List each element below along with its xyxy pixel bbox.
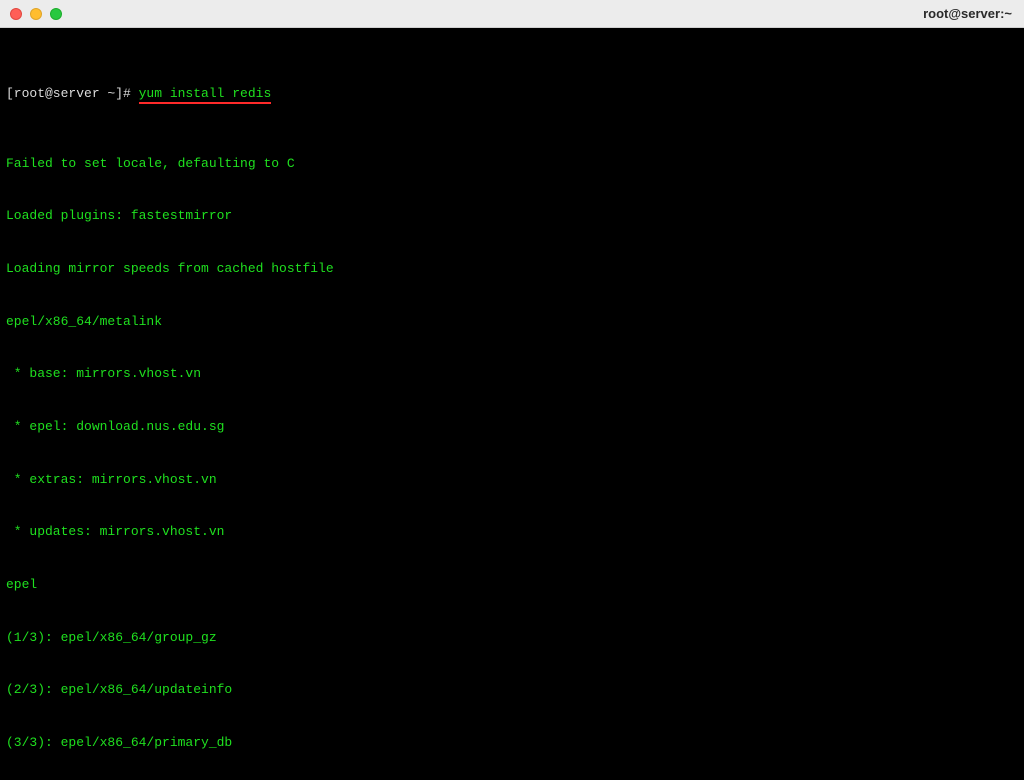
window-titlebar: root@server:~ bbox=[0, 0, 1024, 28]
mirror-updates: * updates: mirrors.vhost.vn bbox=[6, 523, 1018, 541]
close-icon[interactable] bbox=[10, 8, 22, 20]
progress-3: (3/3): epel/x86_64/primary_db bbox=[6, 734, 1018, 752]
window-controls bbox=[10, 8, 62, 20]
out-locale: Failed to set locale, defaulting to C bbox=[6, 155, 1018, 173]
command-text: yum install redis bbox=[139, 86, 272, 104]
prompt-user-host: [root@server ~]# bbox=[6, 86, 139, 101]
repo-epel: epel bbox=[6, 576, 1018, 594]
window-title: root@server:~ bbox=[923, 6, 1012, 21]
annotation-arrow-icon bbox=[185, 762, 265, 776]
out-metalink: epel/x86_64/metalink bbox=[6, 313, 1018, 331]
progress-2: (2/3): epel/x86_64/updateinfo bbox=[6, 681, 1018, 699]
progress-1: (1/3): epel/x86_64/group_gz bbox=[6, 629, 1018, 647]
mirror-extras: * extras: mirrors.vhost.vn bbox=[6, 471, 1018, 489]
zoom-icon[interactable] bbox=[50, 8, 62, 20]
mirror-epel: * epel: download.nus.edu.sg bbox=[6, 418, 1018, 436]
mirror-base: * base: mirrors.vhost.vn bbox=[6, 365, 1018, 383]
out-plugins: Loaded plugins: fastestmirror bbox=[6, 207, 1018, 225]
minimize-icon[interactable] bbox=[30, 8, 42, 20]
out-loading: Loading mirror speeds from cached hostfi… bbox=[6, 260, 1018, 278]
terminal-viewport[interactable]: [root@server ~]# yum install redis Faile… bbox=[0, 28, 1024, 780]
prompt-line: [root@server ~]# yum install redis bbox=[6, 85, 1018, 103]
